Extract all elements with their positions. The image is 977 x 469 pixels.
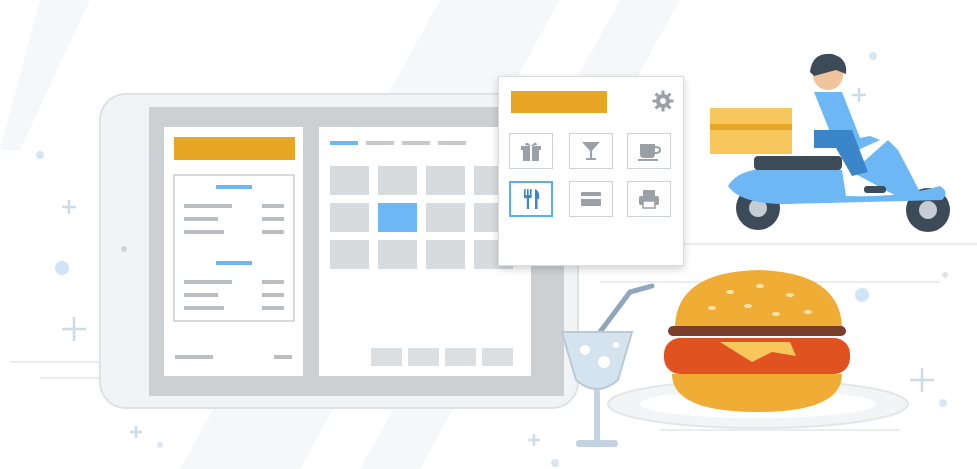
receipt-panel: [164, 127, 303, 376]
cocktail-icon: [582, 142, 600, 160]
delivery-scooter: [710, 53, 950, 232]
gift-category-button[interactable]: [509, 133, 553, 169]
fork-knife-icon: [524, 189, 540, 209]
gear-icon[interactable]: [651, 89, 675, 113]
calendar-selected-cell: [378, 203, 417, 232]
coffee-category-button[interactable]: [627, 133, 671, 169]
category-popup: [498, 76, 684, 266]
food-category-button[interactable]: [509, 181, 553, 217]
print-category-button[interactable]: [627, 181, 671, 217]
tablet-camera: [121, 246, 127, 252]
receipt-card: [173, 174, 295, 322]
popup-title-bar: [511, 91, 607, 113]
coffee-cup-icon: [638, 144, 662, 161]
card-category-button[interactable]: [569, 181, 613, 217]
card-icon: [581, 192, 601, 206]
receipt-header-bar: [174, 137, 295, 160]
cocktail-category-button[interactable]: [569, 133, 613, 169]
gift-icon: [521, 142, 541, 161]
printer-icon: [639, 190, 659, 209]
restaurant-pos-illustration: [0, 0, 977, 469]
